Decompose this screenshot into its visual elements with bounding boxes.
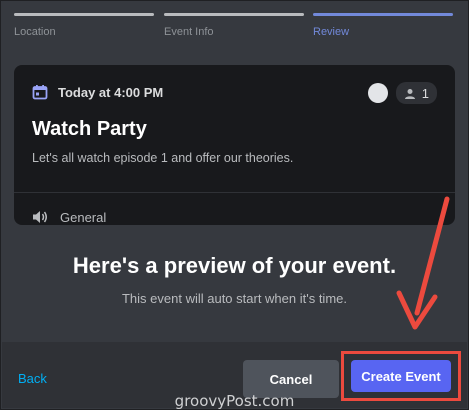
step-progress-bar xyxy=(14,13,154,16)
event-meta: 1 xyxy=(367,82,437,104)
preview-headline: Here's a preview of your event. xyxy=(72,253,397,278)
step-label: Location xyxy=(14,26,56,38)
create-event-modal: Location Event Info Review Today at 4:00… xyxy=(0,0,469,410)
interested-count-badge: 1 xyxy=(395,82,437,104)
speaker-icon xyxy=(32,209,48,225)
person-icon xyxy=(404,87,416,99)
step-location[interactable]: Location xyxy=(14,13,154,38)
step-progress-bar xyxy=(164,13,304,16)
stepper: Location Event Info Review xyxy=(14,13,454,43)
event-preview-card: Today at 4:00 PM 1 Watch Party Let's all… xyxy=(14,65,455,225)
step-event-info[interactable]: Event Info xyxy=(164,13,304,38)
modal-footer: Back Cancel Create Event groovyPost.com xyxy=(2,342,467,410)
create-event-button[interactable]: Create Event xyxy=(351,360,451,392)
step-label: Review xyxy=(313,26,350,38)
step-progress-bar xyxy=(313,13,453,16)
watermark: groovyPost.com xyxy=(174,392,295,410)
event-channel-row: General xyxy=(14,193,455,225)
back-button[interactable]: Back xyxy=(18,371,47,386)
step-review[interactable]: Review xyxy=(313,13,453,38)
step-label: Event Info xyxy=(164,26,214,38)
calendar-icon xyxy=(32,84,48,100)
event-description: Let's all watch episode 1 and offer our … xyxy=(32,151,294,165)
avatar xyxy=(367,83,388,103)
event-title: Watch Party xyxy=(32,118,147,140)
event-channel: General xyxy=(60,209,107,225)
interested-count: 1 xyxy=(421,85,429,101)
event-date: Today at 4:00 PM xyxy=(58,84,164,100)
preview-subline: This event will auto start when it's tim… xyxy=(121,291,347,306)
